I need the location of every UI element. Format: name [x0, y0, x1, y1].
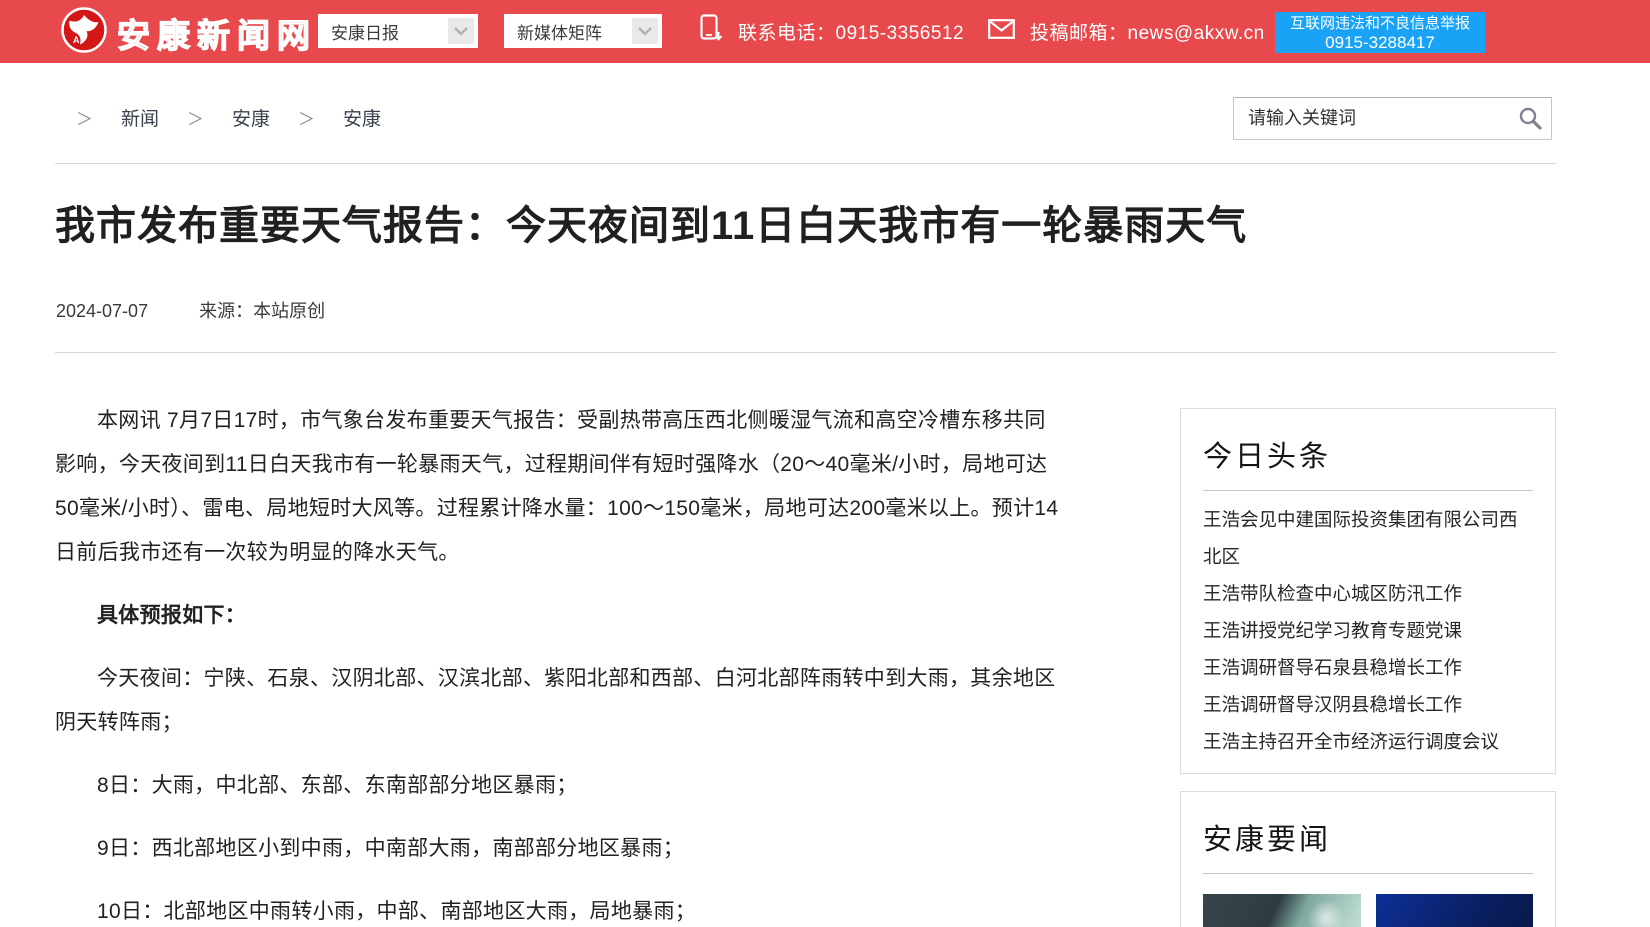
topbar: A 安康新闻网 安康日报 新媒体矩阵 [0, 0, 1650, 63]
search-button[interactable] [1515, 105, 1545, 133]
list-item: 王浩调研督导汉阴县稳增长工作 [1203, 688, 1533, 725]
report-button[interactable]: 互联网违法和不良信息举报 0915-3288417 [1275, 12, 1485, 53]
divider [55, 352, 1556, 353]
ankang-news-title: 安康要闻 [1203, 816, 1533, 858]
page: A 安康新闻网 安康日报 新媒体矩阵 [0, 0, 1650, 927]
select-new-media-matrix-value: 新媒体矩阵 [517, 19, 602, 44]
news-thumbnail-rain-photo[interactable] [1203, 894, 1361, 927]
article-source: 来源：本站原创 [199, 301, 325, 321]
breadcrumb-item-news[interactable]: 新闻 [121, 104, 159, 131]
svg-text:A: A [73, 35, 80, 45]
ankang-news-thumbnails: 要闻 [1203, 894, 1533, 927]
headline-link[interactable]: 王浩调研督导石泉县稳增长工作 [1203, 659, 1462, 679]
divider [1203, 490, 1533, 491]
list-item: 王浩主持召开全市经济运行调度会议 [1203, 725, 1533, 762]
email-label: 投稿邮箱：news@akxw.cn [1030, 18, 1265, 45]
paragraph-day9: 9日：西北部地区小到中雨，中南部大雨，南部部分地区暴雨； [55, 827, 1063, 871]
search-input[interactable] [1234, 98, 1499, 139]
divider [1203, 873, 1533, 874]
list-item: 王浩调研督导石泉县稳增长工作 [1203, 651, 1533, 688]
breadcrumb-separator: ＞ [187, 105, 204, 130]
article-title: 我市发布重要天气报告：今天夜间到11日白天我市有一轮暴雨天气 [55, 200, 1475, 252]
breadcrumb-item-ankang[interactable]: 安康 [232, 104, 270, 131]
contact-email: 投稿邮箱：news@akxw.cn [988, 0, 1265, 63]
headline-link[interactable]: 王浩讲授党纪学习教育专题党课 [1203, 622, 1462, 642]
chevron-down-icon [632, 18, 658, 44]
logo-text: 安康新闻网 [117, 9, 317, 57]
report-line2: 0915-3288417 [1325, 33, 1435, 52]
paragraph-intro: 本网讯 7月7日17时，市气象台发布重要天气报告：受副热带高压西北侧暖湿气流和高… [55, 399, 1063, 575]
news-thumbnail-yaowen[interactable]: 要闻 [1376, 894, 1534, 927]
today-headlines-list: 王浩会见中建国际投资集团有限公司西北区 王浩带队检查中心城区防汛工作 王浩讲授党… [1203, 503, 1533, 762]
breadcrumb: ＞ 新闻 ＞ 安康 ＞ 安康 [76, 95, 381, 139]
list-item: 王浩会见中建国际投资集团有限公司西北区 [1203, 503, 1533, 577]
mail-icon [988, 19, 1015, 44]
report-line1: 互联网违法和不良信息举报 [1290, 14, 1470, 33]
headline-link[interactable]: 王浩主持召开全市经济运行调度会议 [1203, 733, 1499, 753]
select-ankang-daily[interactable]: 安康日报 [318, 14, 478, 48]
select-new-media-matrix[interactable]: 新媒体矩阵 [504, 14, 662, 48]
headline-link[interactable]: 王浩带队检查中心城区防汛工作 [1203, 585, 1462, 605]
article-body: 本网讯 7月7日17时，市气象台发布重要天气报告：受副热带高压西北侧暖湿气流和高… [55, 399, 1063, 927]
paragraph-forecast-heading: 具体预报如下： [55, 594, 1063, 638]
phone-label: 联系电话：0915-3356512 [738, 18, 964, 45]
bird-logo-icon: A [60, 6, 108, 59]
today-headlines-title: 今日头条 [1203, 433, 1533, 475]
ankang-news-panel: 安康要闻 要闻 [1180, 791, 1556, 927]
select-ankang-daily-value: 安康日报 [331, 19, 399, 44]
today-headlines-panel: 今日头条 王浩会见中建国际投资集团有限公司西北区 王浩带队检查中心城区防汛工作 … [1180, 408, 1556, 774]
breadcrumb-separator: ＞ [76, 105, 93, 130]
paragraph-day10: 10日：北部地区中雨转小雨，中部、南部地区大雨，局地暴雨； [55, 890, 1063, 927]
headline-link[interactable]: 王浩调研督导汉阴县稳增长工作 [1203, 696, 1462, 716]
magnifier-icon [1517, 119, 1543, 134]
breadcrumb-separator: ＞ [298, 105, 315, 130]
breadcrumb-item-ankang-2[interactable]: 安康 [343, 104, 381, 131]
contact-phone: 联系电话：0915-3356512 [700, 0, 964, 63]
search-box [1233, 97, 1552, 140]
list-item: 王浩带队检查中心城区防汛工作 [1203, 577, 1533, 614]
paragraph-tonight: 今天夜间：宁陕、石泉、汉阴北部、汉滨北部、紫阳北部和西部、白河北部阵雨转中到大雨… [55, 657, 1063, 745]
article-meta: 2024-07-07 来源：本站原创 [56, 297, 325, 323]
chevron-down-icon [448, 18, 474, 44]
article-date: 2024-07-07 [56, 301, 148, 321]
divider [55, 163, 1556, 164]
site-logo[interactable]: A 安康新闻网 [60, 6, 317, 59]
phone-icon [700, 14, 723, 49]
paragraph-day8: 8日：大雨，中北部、东部、东南部部分地区暴雨； [55, 764, 1063, 808]
headline-link[interactable]: 王浩会见中建国际投资集团有限公司西北区 [1203, 511, 1518, 568]
list-item: 王浩讲授党纪学习教育专题党课 [1203, 614, 1533, 651]
